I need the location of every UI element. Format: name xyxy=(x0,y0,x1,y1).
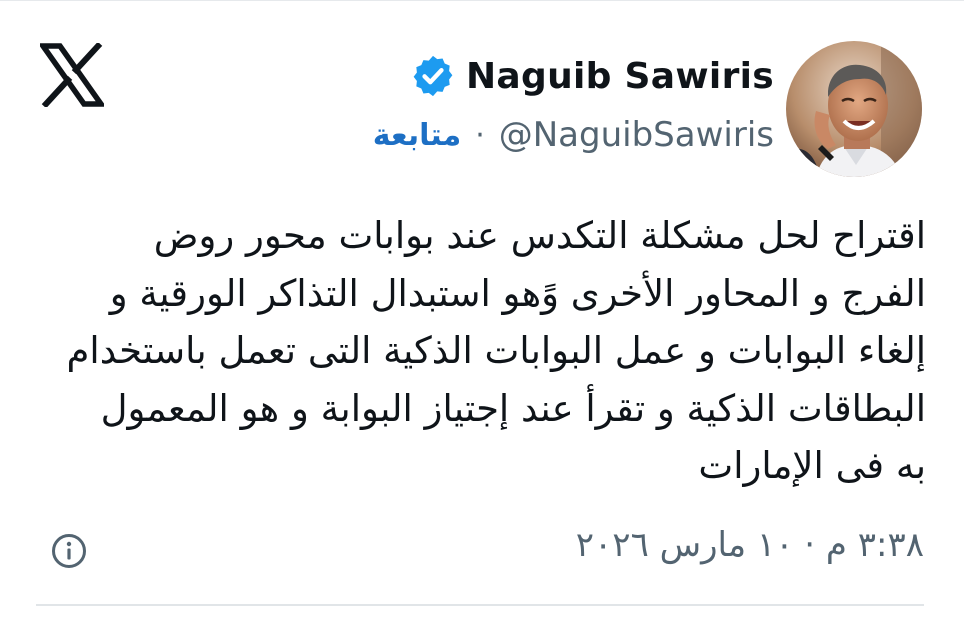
divider xyxy=(36,604,924,606)
tweet-timestamp[interactable]: ٣:٣٨ م · ١٠ مارس ٢٠٢٦ xyxy=(576,525,924,565)
tweet-card: Naguib Sawiris متابعة · @NaguibSawiris ا… xyxy=(0,0,964,632)
tweet-text: اقتراح لحل مشكلة التكدس عند بوابات محور … xyxy=(36,207,927,495)
tweet-line: البطاقات الذكية و تقرأ عند إجتياز البواب… xyxy=(100,386,926,430)
avatar[interactable] xyxy=(786,41,922,177)
tweet-line: إلغاء البوابات و عمل البوابات الذكية الت… xyxy=(66,329,927,372)
profile-photo xyxy=(786,41,922,177)
info-icon[interactable] xyxy=(51,533,87,569)
tweet-line: اقتراح لحل مشكلة التكدس عند بوابات محور … xyxy=(153,214,926,257)
follow-button[interactable]: متابعة xyxy=(373,118,461,153)
user-handle[interactable]: @NaguibSawiris xyxy=(499,115,774,155)
tweet-line: الفرج و المحاور الأخرى وًهو استبدال التذ… xyxy=(109,271,926,315)
x-logo-icon[interactable] xyxy=(40,43,104,107)
name-row: Naguib Sawiris xyxy=(410,53,774,99)
handle-row: متابعة · @NaguibSawiris xyxy=(373,115,774,155)
verified-badge-icon xyxy=(413,55,453,97)
separator-dot: · xyxy=(475,117,485,153)
tweet-line: به فى الإمارات xyxy=(698,444,926,487)
display-name[interactable]: Naguib Sawiris xyxy=(466,56,774,97)
